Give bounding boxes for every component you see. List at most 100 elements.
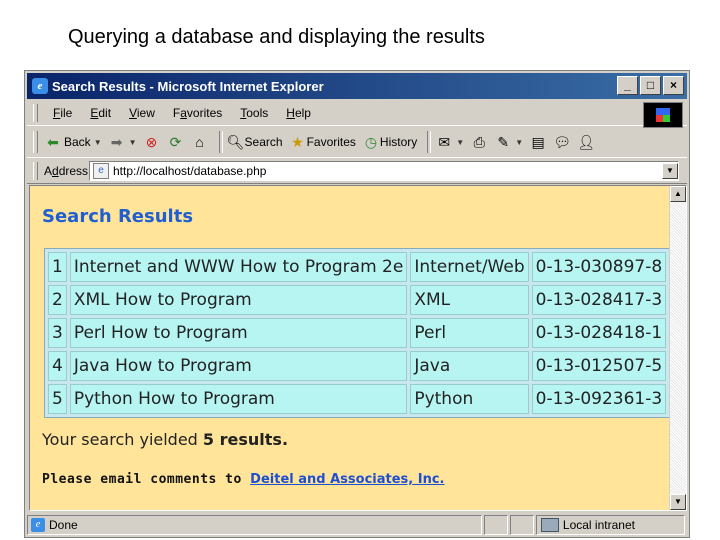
results-table: 1 Internet and WWW How to Program 2e Inter… [44, 248, 671, 418]
isbn-cell: 0-13-092361-3 [531, 384, 667, 414]
title-cell: Java How to Program [69, 351, 408, 381]
chevron-down-icon: ▼ [93, 137, 102, 147]
table-row: 4 Java How to Program Java 0-13-012507-5 [48, 351, 667, 381]
local-intranet-icon [540, 518, 559, 532]
edit-icon: ✎ [497, 134, 510, 150]
toolbar-grip[interactable] [33, 104, 38, 122]
toolbar-separator [218, 131, 223, 153]
address-input[interactable]: e http://localhost/database.php ▼ [89, 161, 679, 181]
windows-logo-icon [643, 102, 683, 128]
printer-icon: ⎙ [473, 134, 485, 150]
chevron-down-icon[interactable]: ▼ [662, 163, 678, 179]
document-icon: ▤ [531, 134, 545, 150]
row-number-cell: 4 [48, 351, 67, 381]
ie-page-icon: e [31, 518, 45, 532]
vertical-scrollbar[interactable]: ▲ ▼ [669, 186, 686, 510]
maximize-button[interactable]: □ [640, 76, 661, 95]
refresh-icon: ⟳ [169, 134, 182, 150]
user-button[interactable]: 👤︎ [577, 133, 595, 151]
print-button[interactable]: ⎙ [470, 133, 488, 151]
favorites-button[interactable]: ★ Favorites [289, 133, 356, 151]
toolbar-separator [427, 131, 432, 153]
slide-title: Querying a database and displaying the r… [68, 26, 485, 48]
row-number-cell: 2 [48, 285, 67, 315]
standard-toolbar: ⬅ Back ▼ ➡ ▼ ⊗ ⟳ ⌂ 🔍︎ Search ★ Favorites… [27, 127, 687, 158]
isbn-cell: 0-13-012507-5 [531, 351, 667, 381]
toolbar-grip[interactable] [33, 131, 38, 153]
mail-icon: ✉ [438, 134, 451, 150]
isbn-cell: 0-13-030897-8 [531, 252, 667, 282]
search-icon: 🔍︎ [226, 134, 245, 150]
title-cell: Python How to Program [69, 384, 408, 414]
email-note: Please email comments to Deitel and Asso… [42, 472, 445, 487]
status-bar: e Done Local intranet [27, 515, 687, 535]
scroll-up-button[interactable]: ▲ [670, 186, 686, 202]
chevron-down-icon: ▼ [515, 137, 524, 147]
ie-icon: e [32, 78, 48, 94]
status-pane-empty [484, 515, 509, 535]
row-number-cell: 5 [48, 384, 67, 414]
browser-window: e Search Results - Microsoft Internet Ex… [24, 70, 690, 538]
table-row: 2 XML How to Program XML 0-13-028417-3 [48, 285, 667, 315]
menu-tools[interactable]: Tools [231, 106, 277, 120]
table-row: 5 Python How to Program Python 0-13-092361-… [48, 384, 667, 414]
chevron-down-icon: ▼ [128, 137, 137, 147]
row-number-cell: 3 [48, 318, 67, 348]
title-bar[interactable]: e Search Results - Microsoft Internet Ex… [27, 73, 687, 99]
address-bar: Address e http://localhost/database.php … [27, 159, 687, 184]
home-button[interactable]: ⌂ [191, 133, 209, 151]
history-icon: ◷ [364, 134, 378, 150]
menu-favorites[interactable]: Favorites [164, 106, 231, 120]
zone-text: Local intranet [562, 518, 635, 532]
search-button[interactable]: 🔍︎ Search [227, 133, 283, 151]
category-cell: Java [410, 351, 529, 381]
title-cell: XML How to Program [69, 285, 408, 315]
isbn-cell: 0-13-028417-3 [531, 285, 667, 315]
category-cell: XML [410, 285, 529, 315]
menu-help[interactable]: Help [277, 106, 320, 120]
page-icon: e [93, 163, 109, 179]
menu-bar: File Edit View Favorites Tools Help [27, 101, 687, 128]
history-button[interactable]: ◷ History [362, 133, 417, 151]
window-title: Search Results - Microsoft Internet Expl… [52, 78, 324, 94]
menu-file[interactable]: File [44, 106, 81, 120]
page-viewport: Search Results 1 Internet and WWW How to … [29, 185, 687, 511]
chat-bubble-icon: 💬︎ [553, 134, 571, 150]
refresh-button[interactable]: ⟳ [167, 133, 185, 151]
user-icon: 👤︎ [577, 134, 595, 150]
contact-link[interactable]: Deitel and Associates, Inc. [250, 472, 444, 487]
stop-icon: ⊗ [145, 134, 158, 150]
status-text: Done [49, 518, 78, 532]
minimize-button[interactable]: _ [617, 76, 638, 95]
menu-view[interactable]: View [120, 106, 164, 120]
zone-pane: Local intranet [535, 515, 685, 535]
category-cell: Perl [410, 318, 529, 348]
table-row: 3 Perl How to Program Perl 0-13-028418-1 [48, 318, 667, 348]
star-folder-icon: ★ [291, 134, 304, 150]
chevron-down-icon: ▼ [456, 137, 465, 147]
back-arrow-icon: ⬅ [47, 134, 59, 150]
title-cell: Perl How to Program [69, 318, 408, 348]
back-button[interactable]: ⬅ Back ▼ [44, 133, 102, 151]
close-button[interactable]: × [663, 76, 684, 95]
home-icon: ⌂ [195, 134, 204, 150]
messenger-button[interactable]: 💬︎ [553, 133, 571, 151]
menu-edit[interactable]: Edit [81, 106, 120, 120]
table-row: 1 Internet and WWW How to Program 2e Inter… [48, 252, 667, 282]
category-cell: Internet/Web [410, 252, 529, 282]
discuss-button[interactable]: ▤ [529, 133, 547, 151]
result-count-text: Your search yielded 5 results. [42, 430, 289, 449]
row-number-cell: 1 [48, 252, 67, 282]
forward-arrow-icon: ➡ [110, 134, 123, 150]
isbn-cell: 0-13-028418-1 [531, 318, 667, 348]
forward-button[interactable]: ➡ ▼ [108, 133, 137, 151]
page-heading: Search Results [42, 206, 194, 227]
scroll-down-button[interactable]: ▼ [670, 494, 686, 510]
status-pane-empty [510, 515, 534, 535]
title-cell: Internet and WWW How to Program 2e [69, 252, 408, 282]
edit-button[interactable]: ✎ ▼ [494, 133, 523, 151]
toolbar-grip[interactable] [33, 162, 38, 180]
stop-button[interactable]: ⊗ [143, 133, 161, 151]
category-cell: Python [410, 384, 529, 414]
mail-button[interactable]: ✉ ▼ [435, 133, 464, 151]
